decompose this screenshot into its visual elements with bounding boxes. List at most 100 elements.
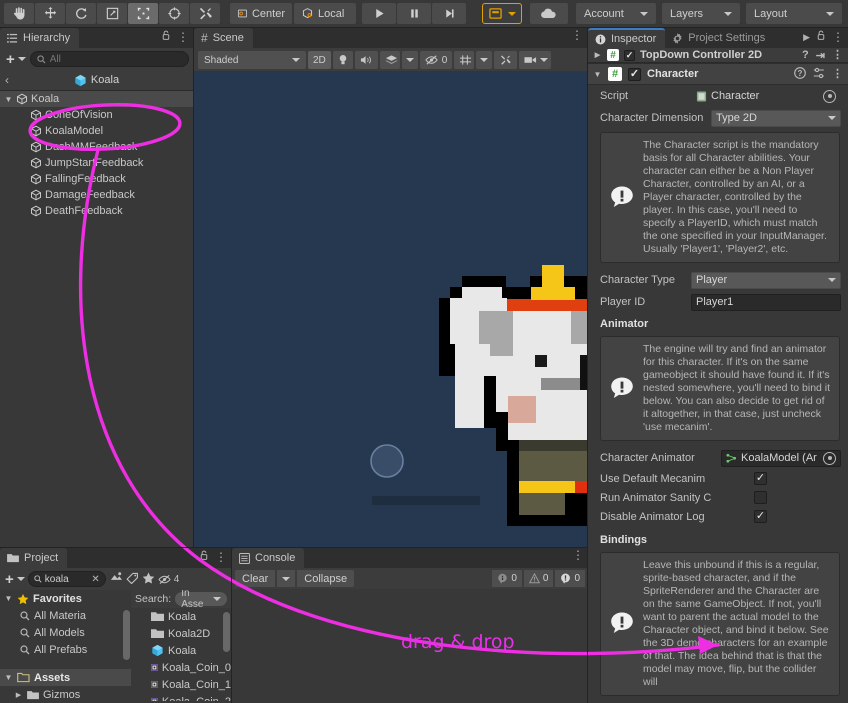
project-result-item[interactable]: Koala_Coin_0 [131,659,231,676]
character-disclosure-icon[interactable]: ▼ [593,70,602,79]
splitter-scene-inspector[interactable] [587,28,588,703]
tab-project-settings[interactable]: Project Settings [665,28,775,48]
tab-inspector[interactable]: Inspector [588,28,666,48]
camera-settings-button[interactable] [519,51,552,69]
project-tree-scrollbar[interactable] [123,610,130,660]
component-header-character[interactable]: ▼ # ✓ Character ? ⋮ [588,63,848,85]
inspector-menu-icon[interactable]: ⋮ [832,31,844,43]
project-result-item[interactable]: Koala [131,608,231,625]
topdown-enabled-checkbox[interactable]: ✓ [624,49,635,61]
character-animator-field[interactable]: KoalaModel (Ar [721,449,841,467]
grid-dropdown-button[interactable] [476,51,493,69]
hierarchy-item[interactable]: FallingFeedback [0,171,193,187]
shading-mode-dropdown[interactable]: Shaded [198,51,306,69]
assets-root[interactable]: ▼ Assets [0,669,131,686]
splitter-hierarchy-scene[interactable] [193,28,194,548]
project-tree[interactable]: ▼ Favorites All Materia All Models All Pre… [0,590,131,701]
project-result-item[interactable]: Koala_Coin_2 [131,693,231,701]
collab-button[interactable] [482,3,522,24]
scene-view[interactable] [194,71,587,548]
search-scope-dropdown[interactable]: In Asse [175,590,227,610]
project-results-scrollbar[interactable] [223,612,230,652]
clear-search-icon[interactable]: ✕ [91,574,99,585]
project-favorite-item[interactable]: All Materia [0,607,131,624]
tab-console[interactable]: Console [232,548,305,568]
project-menu-icon[interactable]: ⋮ [215,551,227,563]
tab-scene[interactable]: # Scene [194,28,253,48]
hierarchy-item[interactable]: KoalaModel [0,123,193,139]
tab-project[interactable]: Project [0,548,68,568]
project-search-input[interactable]: koala ✕ [27,571,106,587]
rotate-tool-button[interactable] [66,3,96,24]
hidden-assets-badge[interactable]: 4 [158,574,179,585]
project-result-item[interactable]: Koala_Coin_1 [131,676,231,693]
custom-tool-button[interactable] [190,3,220,24]
hierarchy-item[interactable]: DeathFeedback [0,203,193,219]
hierarchy-item[interactable]: ConeOfVision [0,107,193,123]
pause-button[interactable] [397,3,431,24]
tab-hierarchy[interactable]: Hierarchy [0,28,80,48]
assets-disclosure-icon[interactable]: ▼ [4,673,13,682]
scene-menu-icon[interactable]: ⋮ [571,29,583,41]
topdown-disclosure-icon[interactable]: ▶ [593,51,602,59]
disable-animator-logs-checkbox[interactable]: ✓ [754,510,767,523]
character-enabled-checkbox[interactable]: ✓ [628,67,641,81]
cloud-button[interactable] [530,3,568,24]
component-header-topdown-controller[interactable]: ▶ # ✓ TopDown Controller 2D ? ⇥ ⋮ [588,48,848,63]
favorites-root[interactable]: ▼ Favorites [0,590,131,607]
hierarchy-menu-icon[interactable]: ⋮ [177,31,189,43]
character-dimension-dropdown[interactable]: Type 2D [711,109,841,127]
project-result-item[interactable]: Koala2D [131,625,231,642]
script-value-field[interactable]: Character [691,87,841,105]
character-menu-icon[interactable]: ⋮ [832,69,843,80]
scene-move-handle[interactable] [194,71,587,548]
fx-toggle-button[interactable] [379,51,400,69]
hand-tool-button[interactable] [4,3,34,24]
more-tabs-icon[interactable]: ▶ [803,32,810,43]
folder-disclosure-icon[interactable]: ▶ [14,691,23,699]
project-results[interactable]: Search: In Asse Koala Koala2D Koala Koala_C… [131,590,231,701]
fx-dropdown-button[interactable] [401,51,418,69]
transform-tool-button[interactable] [159,3,189,24]
console-menu-icon[interactable]: ⋮ [572,549,584,561]
character-animator-picker-icon[interactable] [823,451,836,465]
layout-button[interactable]: Layout [746,3,842,24]
clear-button[interactable]: Clear [235,570,276,587]
play-button[interactable] [362,3,396,24]
account-button[interactable]: Account [576,3,656,24]
hidden-objects-button[interactable]: 0 [419,51,453,69]
filter-type-icon[interactable] [109,571,123,587]
audio-toggle-button[interactable] [354,51,378,69]
create-asset-button[interactable]: + [3,571,25,588]
grid-toggle-button[interactable] [454,51,475,69]
favorites-disclosure-icon[interactable]: ▼ [4,594,13,603]
project-result-item[interactable]: Koala [131,642,231,659]
pivot-mode-button[interactable]: Center [230,3,292,24]
script-picker-icon[interactable] [823,89,836,103]
character-preset-icon[interactable] [813,67,825,82]
step-button[interactable] [432,3,466,24]
splitter-horizontal[interactable] [0,547,587,548]
splitter-project-console[interactable] [231,548,232,703]
hierarchy-item[interactable]: ▼ Koala [0,91,193,107]
topdown-preset-icon[interactable]: ⇥ [816,49,825,62]
project-favorite-item[interactable]: All Prefabs [0,641,131,658]
clear-dropdown-button[interactable] [277,570,296,587]
hierarchy-item[interactable]: DamageFeedback [0,187,193,203]
disclosure-expanded-icon[interactable]: ▼ [4,95,13,104]
rect-tool-button[interactable] [128,3,158,24]
move-tool-button[interactable] [35,3,65,24]
toggle-2d-button[interactable]: 2D [308,51,331,69]
hierarchy-item[interactable]: JumpStartFeedback [0,155,193,171]
lock-icon[interactable] [161,30,171,44]
topdown-menu-icon[interactable]: ⋮ [832,50,843,61]
back-arrow-icon[interactable]: ‹ [5,73,9,87]
use-default-mecanim-checkbox[interactable]: ✓ [754,472,767,485]
run-animator-sanity-checkbox[interactable] [754,491,767,504]
player-id-input[interactable]: Player1 [691,293,841,311]
filter-favorites-icon[interactable] [142,572,155,587]
topdown-help-icon[interactable]: ? [802,49,809,61]
filter-label-icon[interactable] [126,572,139,587]
create-object-button[interactable]: + [4,51,26,68]
scene-tools-button[interactable] [494,51,518,69]
